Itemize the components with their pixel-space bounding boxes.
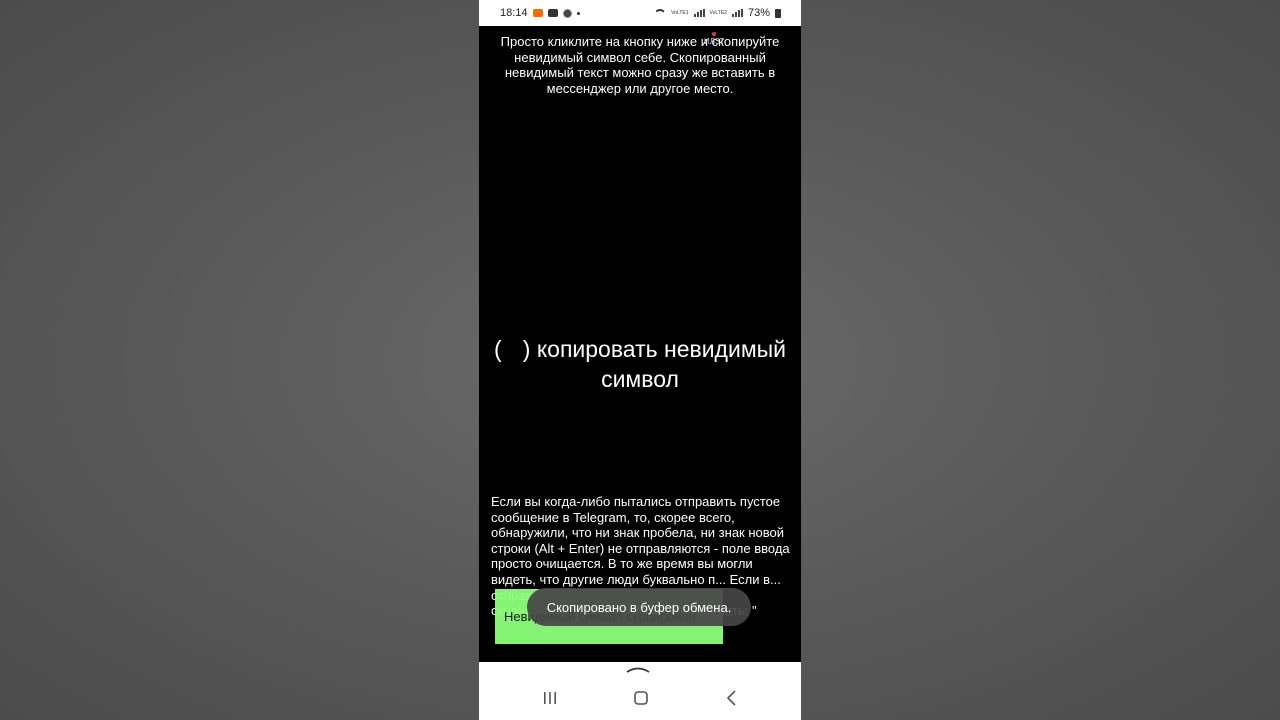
recents-icon: [544, 692, 556, 704]
dot-icon: [576, 11, 580, 15]
home-button[interactable]: [629, 686, 653, 710]
wifi-icon: [654, 9, 666, 18]
battery-percent: 73%: [747, 7, 770, 19]
status-right: VoLTE1 VoLTE2 73%: [654, 0, 781, 26]
touch-dot-icon: [712, 32, 717, 36]
clipboard-toast: Скопировано в буфер обмена.: [527, 588, 751, 626]
scroll-up-handle[interactable]: [626, 664, 650, 674]
recents-button[interactable]: [538, 686, 562, 710]
status-left: 18:14: [500, 0, 580, 26]
intro-text: Просто кликлите на кнопку ниже и скопиру…: [500, 34, 780, 96]
camera-notification-icon: [532, 9, 543, 17]
toast-text: Скопировано в буфер обмена.: [546, 599, 732, 615]
copy-invisible-symbol-button[interactable]: (ㅤ) копировать невидимый символ: [490, 334, 790, 394]
chevron-up-icon: [626, 667, 650, 673]
status-bar: 18:14 VoLTE1 VoLTE2 73%: [479, 0, 801, 26]
status-time: 18:14: [500, 7, 528, 19]
cursor-label: ИЛЗТ: [704, 37, 725, 46]
youtube-icon: [547, 9, 558, 17]
signal-icon-2: [731, 9, 743, 17]
touch-cursor-indicator: ИЛЗТ: [704, 32, 725, 46]
volte-label-2: VoLTE2: [709, 9, 727, 16]
back-button[interactable]: [720, 686, 744, 710]
battery-icon: [775, 8, 781, 18]
signal-icon: [693, 9, 705, 17]
volte-label-1: VoLTE1: [671, 9, 689, 16]
chrome-icon: [562, 8, 572, 18]
back-icon: [726, 690, 736, 706]
phone-screen: 18:14 VoLTE1 VoLTE2 73% Просто кликлите …: [479, 0, 801, 720]
home-icon: [634, 691, 648, 705]
